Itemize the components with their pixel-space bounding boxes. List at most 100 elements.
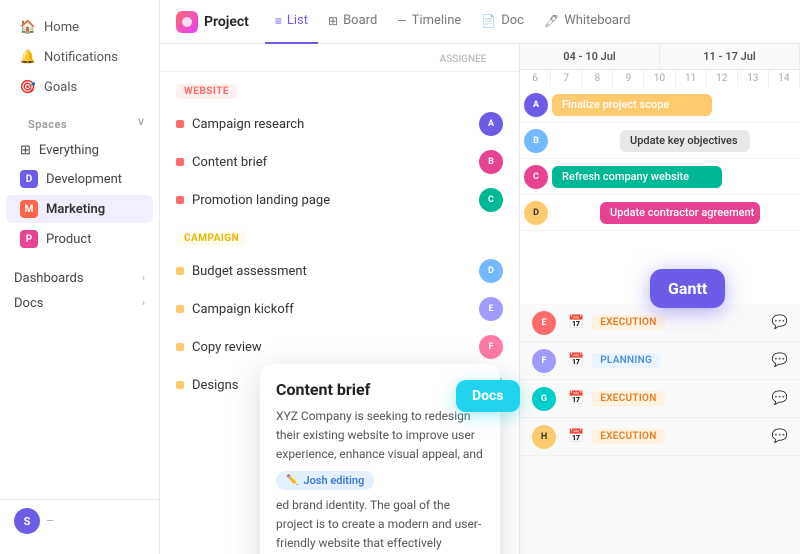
docs-popup-title: Content brief <box>276 380 484 399</box>
task-dot-6 <box>176 343 184 351</box>
project-icon <box>176 11 198 33</box>
docs-popup-body-2: ed brand identity. The goal of the proje… <box>276 496 484 554</box>
dashboards-chevron-icon: › <box>142 273 145 284</box>
task-name-3: Promotion landing page <box>192 193 471 208</box>
gantt-bar-label-3: Refresh company website <box>562 170 689 183</box>
docs-section[interactable]: Docs › <box>0 291 159 316</box>
pencil-icon: ✏️ <box>286 475 298 486</box>
status-row-1: E 📅 EXECUTION 💬 <box>520 304 800 342</box>
sidebar-item-notifications[interactable]: 🔔 Notifications <box>6 43 153 71</box>
whiteboard-tab-label: Whiteboard <box>564 13 630 28</box>
list-tab-label: List <box>287 13 308 28</box>
status-avatar-4: H <box>532 425 556 449</box>
home-icon: 🏠 <box>20 19 36 35</box>
task-campaign-research[interactable]: Campaign research A <box>160 105 519 143</box>
task-avatar-3: C <box>479 188 503 212</box>
development-space-dot: D <box>20 170 38 188</box>
tab-board[interactable]: ⊞ Board <box>318 0 387 44</box>
board-tab-icon: ⊞ <box>328 14 338 28</box>
timeline-tab-icon: — <box>397 14 406 28</box>
marketing-label: Marketing <box>46 202 105 217</box>
gantt-bar-2[interactable]: Update key objectives <box>620 130 750 152</box>
task-columns-header: ASSIGNEE <box>160 44 519 72</box>
status-row-2: F 📅 PLANNING 💬 <box>520 342 800 380</box>
docs-editing-label: Josh editing <box>303 474 364 487</box>
gantt-day-14: 14 <box>769 70 800 87</box>
tab-doc[interactable]: 📄 Doc <box>471 0 534 44</box>
docs-popup-body-1: XYZ Company is seeking to redesign their… <box>276 407 484 465</box>
doc-tab-label: Doc <box>501 13 524 28</box>
calendar-icon-3: 📅 <box>568 391 584 406</box>
topbar: Project ≡ List ⊞ Board — Timeline 📄 Doc … <box>160 0 800 44</box>
home-label: Home <box>44 20 79 35</box>
gantt-rows: A Finalize project scope B Update key ob… <box>520 87 800 231</box>
marketing-space-dot: M <box>20 200 38 218</box>
status-badge-1: EXECUTION <box>592 315 664 330</box>
sidebar-everything[interactable]: ⊞ Everything <box>6 138 153 163</box>
sidebar-item-goals[interactable]: 🎯 Goals <box>6 73 153 101</box>
gantt-day-8: 8 <box>582 70 613 87</box>
gantt-bar-4[interactable]: Update contractor agreement <box>600 202 760 224</box>
product-label: Product <box>46 232 91 247</box>
task-name-2: Content brief <box>192 155 471 170</box>
gantt-avatar-2: B <box>524 129 548 153</box>
board-tab-label: Board <box>343 13 377 28</box>
gantt-row-1: A Finalize project scope <box>520 87 800 123</box>
tab-list[interactable]: ≡ List <box>265 0 318 44</box>
sidebar-space-product[interactable]: P Product <box>6 225 153 253</box>
tab-whiteboard[interactable]: 🖊 Whiteboard <box>534 0 641 44</box>
floating-docs-label: Docs <box>456 380 520 412</box>
sidebar-space-marketing[interactable]: M Marketing <box>6 195 153 223</box>
doc-tab-icon: 📄 <box>481 14 496 28</box>
list-tab-icon: ≡ <box>275 14 282 28</box>
gantt-row-4: D Update contractor agreement <box>520 195 800 231</box>
user-status: – <box>46 514 54 528</box>
goals-icon: 🎯 <box>20 79 36 95</box>
docs-label: Docs <box>14 296 43 311</box>
task-dot-3 <box>176 196 184 204</box>
spaces-chevron-icon[interactable]: ∨ <box>137 115 145 128</box>
task-promotion-landing[interactable]: Promotion landing page C <box>160 181 519 219</box>
gantt-week-header: 04 - 10 Jul 11 - 17 Jul <box>520 44 800 70</box>
tab-timeline[interactable]: — Timeline <box>387 0 471 44</box>
chat-icon-4: 💬 <box>772 429 788 444</box>
everything-label: Everything <box>39 143 99 158</box>
gantt-days-row: 6 7 8 9 10 11 12 13 14 <box>520 70 800 87</box>
gantt-bar-1[interactable]: Finalize project scope <box>552 94 712 116</box>
assignee-col-header: ASSIGNEE <box>423 54 503 65</box>
task-name-6: Copy review <box>192 340 471 355</box>
gantt-day-11: 11 <box>676 70 707 87</box>
task-avatar-6: F <box>479 335 503 359</box>
gantt-day-12: 12 <box>707 70 738 87</box>
gantt-avatar-3: C <box>524 165 548 189</box>
gantt-bar-3[interactable]: Refresh company website <box>552 166 722 188</box>
timeline-tab-label: Timeline <box>412 13 462 28</box>
task-campaign-kickoff[interactable]: Campaign kickoff E <box>160 290 519 328</box>
status-row-4: H 📅 EXECUTION 💬 <box>520 418 800 456</box>
status-avatar-1: E <box>532 311 556 335</box>
sidebar-item-home[interactable]: 🏠 Home <box>6 13 153 41</box>
gantt-row-2: B Update key objectives <box>520 123 800 159</box>
grid-icon: ⊞ <box>20 143 31 158</box>
task-avatar-1: A <box>479 112 503 136</box>
gantt-bar-label-2: Update key objectives <box>630 134 738 147</box>
task-dot-4 <box>176 267 184 275</box>
bottom-sections: Dashboards › Docs › <box>0 266 159 316</box>
task-content-brief[interactable]: Content brief B <box>160 143 519 181</box>
main-content: Project ≡ List ⊞ Board — Timeline 📄 Doc … <box>160 0 800 554</box>
task-dot-5 <box>176 305 184 313</box>
gantt-avatar-4: D <box>524 201 548 225</box>
task-dot-1 <box>176 120 184 128</box>
sidebar-space-development[interactable]: D Development <box>6 165 153 193</box>
task-budget-assessment[interactable]: Budget assessment D <box>160 252 519 290</box>
gantt-week-2: 11 - 17 Jul <box>660 44 800 69</box>
status-badge-2: PLANNING <box>592 353 660 368</box>
notifications-label: Notifications <box>44 50 118 65</box>
content-area: ASSIGNEE WEBSITE Campaign research A Con… <box>160 44 800 554</box>
sidebar-user[interactable]: S – <box>0 499 159 542</box>
dashboards-section[interactable]: Dashboards › <box>0 266 159 291</box>
task-name-1: Campaign research <box>192 117 471 132</box>
gantt-day-9: 9 <box>613 70 644 87</box>
task-copy-review[interactable]: Copy review F <box>160 328 519 366</box>
project-title: Project <box>176 11 249 33</box>
